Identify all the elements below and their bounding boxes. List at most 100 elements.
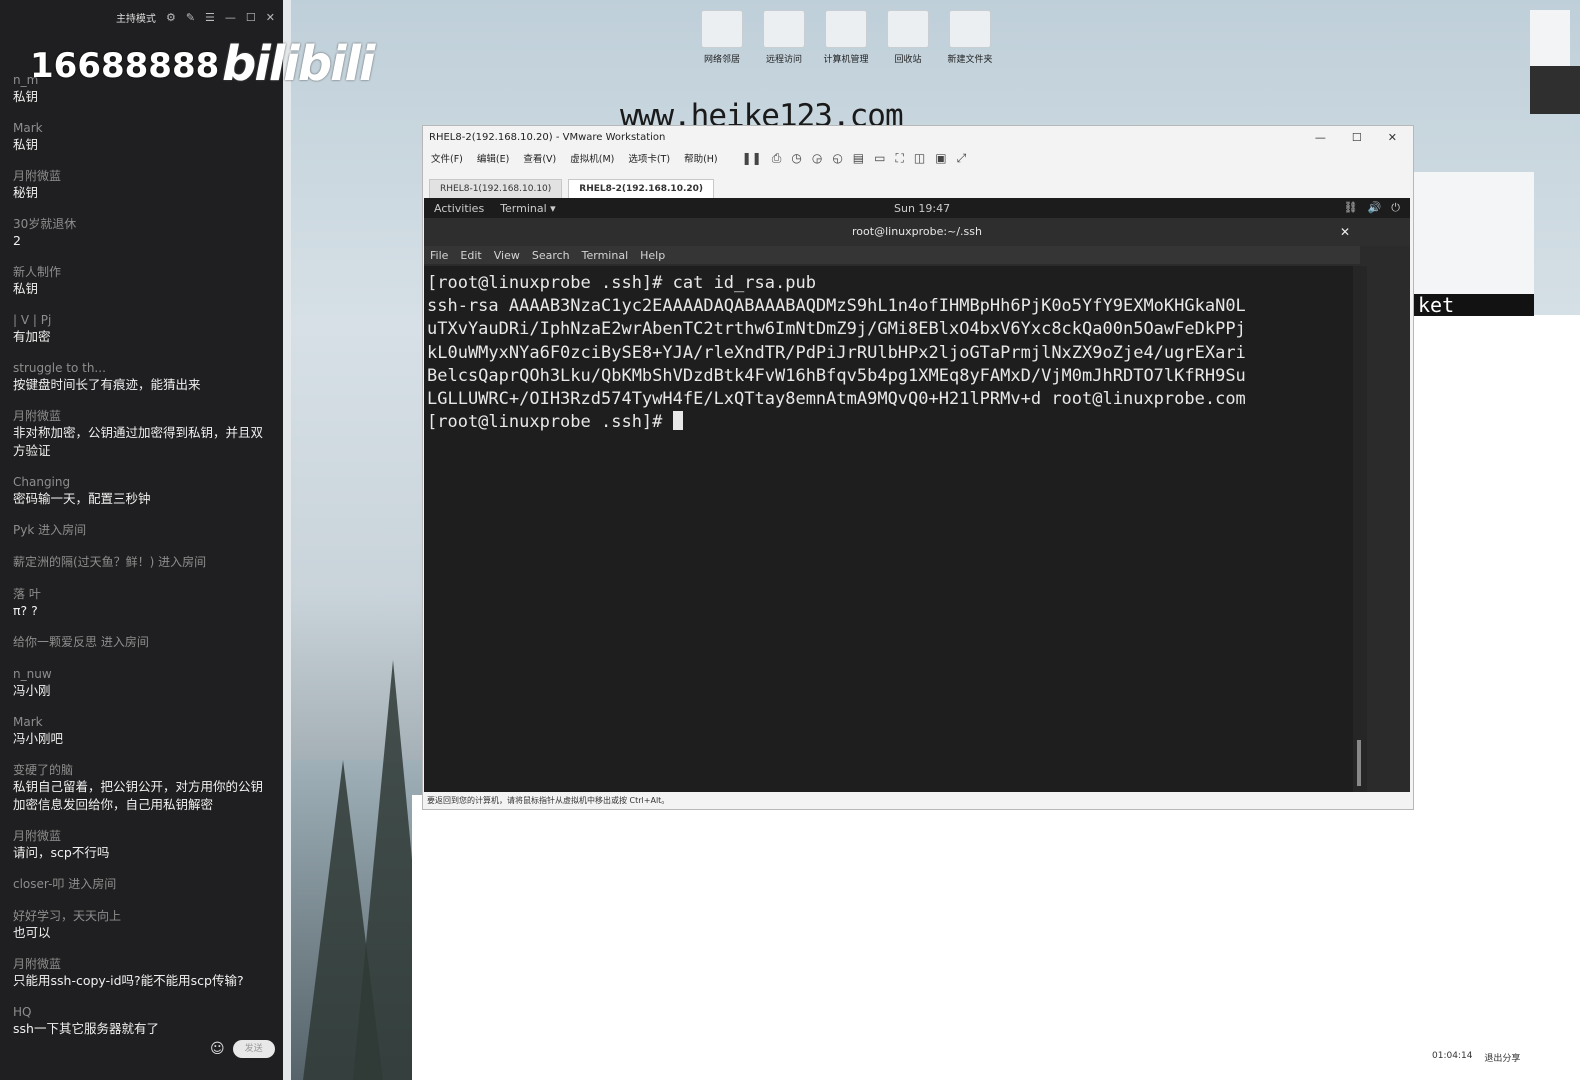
maximize-icon[interactable]: ☐ bbox=[246, 11, 256, 24]
desktop-icon[interactable]: 计算机管理 bbox=[822, 10, 870, 65]
terminal-menu-edit[interactable]: Edit bbox=[460, 249, 481, 262]
chat-messages: n_m 私钥 Mark 私钥 月附微蓝 秘钥 30岁就退休 2 新人制作 私钥 | V |… bbox=[13, 72, 275, 1052]
chat-username: 30岁就退休 bbox=[13, 217, 77, 231]
folder-icon bbox=[887, 10, 929, 48]
revert-snapshot-icon[interactable]: ◶ bbox=[812, 151, 822, 166]
terminal-line: LGLLUWRC+/OIH3Rzd574TywH4fE/LxQTtay8emnA… bbox=[427, 389, 1246, 410]
chat-username: n_nuw bbox=[13, 667, 52, 681]
chat-text: 按键盘时间长了有痕迹，能猜出来 bbox=[13, 377, 201, 392]
settings-icon[interactable]: ⚙ bbox=[166, 11, 176, 24]
terminal-line: [root@linuxprobe .ssh]# cat id_rsa.pub bbox=[427, 273, 816, 293]
desktop-blank-area bbox=[412, 795, 1580, 1080]
terminal-body[interactable]: [root@linuxprobe .ssh]# cat id_rsa.pub ss… bbox=[424, 266, 1354, 792]
pause-icon[interactable]: ❚❚ bbox=[742, 151, 762, 166]
folder-icon bbox=[825, 10, 867, 48]
menu-vm[interactable]: 虚拟机(M) bbox=[570, 151, 614, 165]
chat-username: 新人制作 bbox=[13, 265, 62, 279]
menu-help[interactable]: 帮助(H) bbox=[684, 151, 718, 165]
desktop-icon-label: 网络邻居 bbox=[703, 55, 740, 65]
activities-button[interactable]: Activities bbox=[434, 202, 484, 215]
terminal-scrollbar[interactable] bbox=[1353, 266, 1367, 792]
terminal-menu-search[interactable]: Search bbox=[532, 249, 570, 262]
number-watermark: 16688888 bbox=[30, 46, 220, 86]
fullscreen-icon[interactable]: ⛶ bbox=[895, 151, 903, 166]
bilibili-logo: bilibili bbox=[222, 36, 375, 92]
menu-icon[interactable]: ☰ bbox=[205, 11, 215, 24]
chat-message: Mark 私钥 bbox=[13, 120, 275, 154]
menu-tabs[interactable]: 选项卡(T) bbox=[628, 151, 670, 165]
chat-message: 月附微蓝 秘钥 bbox=[13, 168, 275, 202]
desktop-icon-label: 回收站 bbox=[894, 55, 922, 65]
network-icon[interactable]: ⛓ bbox=[1344, 201, 1358, 215]
guest-screen[interactable]: Activities Terminal ▾ Sun 19:47 ⛓ 🔊 ⏻ ro… bbox=[424, 198, 1410, 792]
terminal-line: kL0uWMyxNYa6F0zciBySE8+YJA/rleXndTR/PdPi… bbox=[427, 342, 1246, 363]
snapshot-icon[interactable]: ◷ bbox=[791, 151, 801, 166]
minimize-icon[interactable]: — bbox=[225, 11, 236, 24]
tab-rhel8-1[interactable]: RHEL8-1(192.168.10.10) bbox=[429, 179, 563, 198]
close-icon[interactable]: ✕ bbox=[1388, 131, 1397, 144]
chat-message: 新人制作 私钥 bbox=[13, 264, 275, 298]
tab-rhel8-2[interactable]: RHEL8-2(192.168.10.20) bbox=[568, 179, 715, 198]
chat-text: 冯小刚 bbox=[13, 683, 51, 698]
volume-icon[interactable]: 🔊 bbox=[1368, 201, 1382, 215]
emoji-icon[interactable]: ☺ bbox=[210, 1041, 225, 1057]
terminal-menu-view[interactable]: View bbox=[494, 249, 520, 262]
terminal-menu-file[interactable]: File bbox=[430, 249, 448, 262]
chat-username: 变硬了的脑 bbox=[13, 763, 74, 777]
sidebar-icon[interactable]: ▤ bbox=[853, 151, 864, 166]
chat-username: 好好学习，天天向上 bbox=[13, 909, 122, 923]
console-icon[interactable]: ▣ bbox=[935, 151, 946, 166]
chat-message: 月附微蓝 只能用ssh-copy-id吗?能不能用scp传输? bbox=[13, 956, 275, 990]
send-keys-icon[interactable]: ⎙ bbox=[772, 151, 782, 166]
vmware-menubar: 文件(F) 编辑(E) 查看(V) 虚拟机(M) 选项卡(T) 帮助(H) ❚❚… bbox=[423, 148, 1413, 168]
chat-input-bar: ☺ 发送 bbox=[210, 1040, 275, 1058]
menu-view[interactable]: 查看(V) bbox=[523, 151, 556, 165]
thumbnail-icon[interactable]: ▭ bbox=[874, 151, 885, 166]
terminal-titlebar: root@linuxprobe:~/.ssh ✕ bbox=[424, 218, 1410, 246]
chat-text: 非对称加密，公钥通过加密得到私钥，并且双方验证 bbox=[13, 425, 264, 458]
desktop-icon[interactable]: 网络邻居 bbox=[698, 10, 746, 65]
clock[interactable]: Sun 19:47 bbox=[894, 202, 950, 215]
terminal-menu-terminal[interactable]: Terminal bbox=[582, 249, 629, 262]
close-icon[interactable]: ✕ bbox=[1340, 218, 1350, 246]
terminal-title: root@linuxprobe:~/.ssh bbox=[852, 225, 982, 238]
chat-text: 也可以 bbox=[13, 925, 51, 940]
send-button[interactable]: 发送 bbox=[232, 1040, 275, 1058]
edit-icon[interactable]: ✎ bbox=[186, 11, 195, 24]
desktop-icon[interactable]: 远程访问 bbox=[760, 10, 808, 65]
background-window bbox=[1410, 315, 1580, 795]
menu-edit[interactable]: 编辑(E) bbox=[477, 151, 509, 165]
terminal-app-menu[interactable]: Terminal ▾ bbox=[500, 202, 556, 215]
stretch-icon[interactable]: ⤢ bbox=[957, 151, 967, 166]
terminal-menu-help[interactable]: Help bbox=[640, 249, 665, 262]
scrollbar-thumb[interactable] bbox=[1357, 740, 1361, 786]
chat-text: 秘钥 bbox=[13, 185, 39, 200]
stream-status: 01:04:14 退出分享 bbox=[1432, 1051, 1520, 1064]
desktop-icons: 网络邻居 远程访问 计算机管理 回收站 新建文件夹 bbox=[698, 10, 994, 65]
desktop-icon-label: 新建文件夹 bbox=[947, 55, 993, 65]
menu-file[interactable]: 文件(F) bbox=[431, 151, 463, 165]
gnome-top-bar: Activities Terminal ▾ Sun 19:47 ⛓ 🔊 ⏻ bbox=[424, 198, 1410, 218]
window-edge bbox=[283, 0, 291, 1080]
chat-username: HQ bbox=[13, 1005, 32, 1019]
text-cursor bbox=[672, 411, 683, 431]
desktop-icon[interactable]: 回收站 bbox=[884, 10, 932, 65]
chat-text: 私钥 bbox=[13, 137, 39, 152]
terminal-line: BelcsQaprQOh3Lku/QbKMbShVDzdBtk4FvW16hBf… bbox=[427, 365, 1246, 386]
desktop-icon[interactable]: 新建文件夹 bbox=[946, 10, 994, 65]
unity-icon[interactable]: ◫ bbox=[914, 151, 925, 166]
folder-icon bbox=[763, 10, 805, 48]
chat-message: 落 叶 π? ? bbox=[13, 586, 275, 620]
chat-text: 有加密 bbox=[13, 329, 51, 344]
minimize-icon[interactable]: — bbox=[1315, 131, 1326, 144]
terminal-prompt-line: [root@linuxprobe .ssh]# bbox=[427, 411, 1351, 434]
snapshot-manager-icon[interactable]: ◵ bbox=[832, 151, 842, 166]
close-icon[interactable]: ✕ bbox=[266, 11, 275, 24]
power-icon[interactable]: ⏻ bbox=[1391, 201, 1400, 215]
exit-share-button[interactable]: 退出分享 bbox=[1484, 1051, 1520, 1064]
maximize-icon[interactable]: ☐ bbox=[1352, 131, 1362, 144]
chat-text: ssh一下其它服务器就有了 bbox=[13, 1021, 159, 1036]
right-dark-panel bbox=[1530, 66, 1580, 114]
vmware-title: RHEL8-2(192.168.10.20) - VMware Workstat… bbox=[429, 131, 666, 143]
chat-system-message: 薪定洲的隔(过天鱼？鲜！) 进入房间 bbox=[13, 555, 207, 569]
